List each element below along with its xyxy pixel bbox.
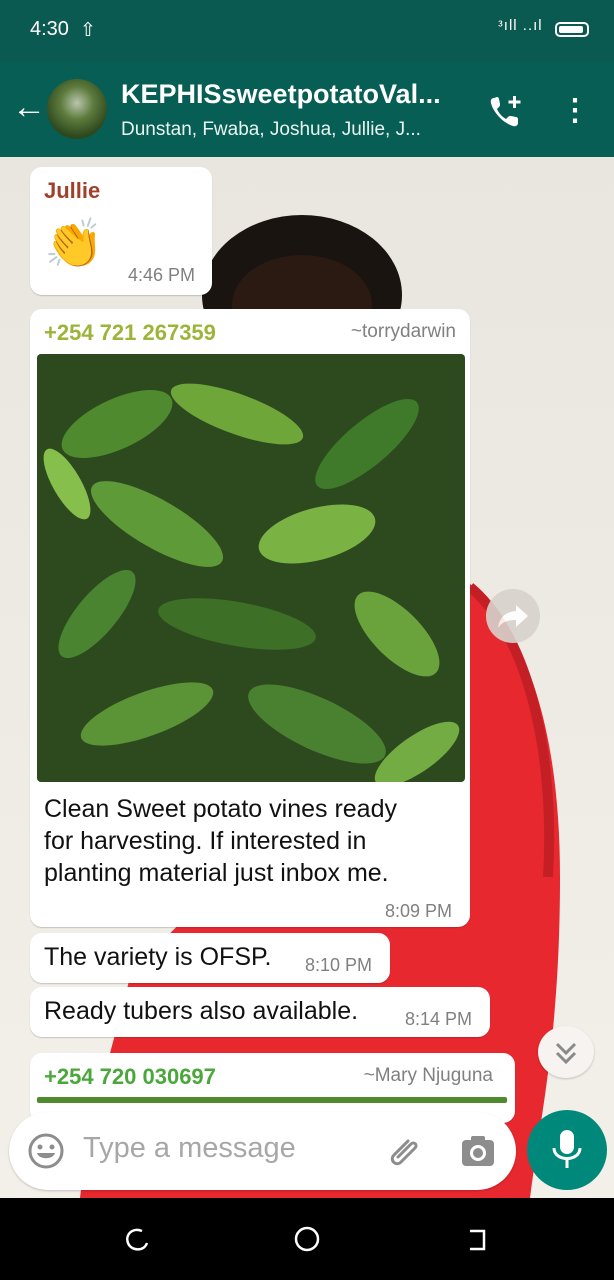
system-nav-bar — [0, 1198, 614, 1280]
more-vert-icon[interactable]: ⋮ — [560, 92, 590, 132]
message-composer[interactable]: Type a message — [9, 1112, 516, 1190]
attach-icon[interactable] — [384, 1131, 424, 1171]
image-caption-line-3: planting material just inbox me. — [44, 859, 389, 887]
message-sender: Jullie — [44, 178, 101, 203]
message-text: The variety is OFSP. — [44, 943, 272, 971]
clapping-hands-emoji: 👏 — [44, 218, 104, 271]
sweet-potato-vines-image[interactable] — [37, 354, 465, 782]
message-time: 8:09 PM — [385, 901, 453, 921]
scroll-down-icon[interactable] — [538, 1026, 594, 1078]
notification-icon: ⇧ — [80, 20, 96, 41]
image-message-bubble[interactable]: +254 721 267359 ~torrydarwin Clean Sweet… — [30, 309, 470, 927]
message-time: 8:14 PM — [405, 1009, 473, 1029]
image-preview-strip — [37, 1097, 507, 1103]
group-avatar[interactable] — [47, 79, 107, 139]
message-sender-alias: ~torrydarwin — [350, 321, 456, 342]
message-text: Ready tubers also available. — [44, 997, 359, 1025]
back-icon[interactable] — [462, 1225, 492, 1255]
recent-apps-icon[interactable] — [122, 1225, 152, 1255]
battery-icon — [555, 22, 589, 37]
message-time: 4:46 PM — [128, 265, 196, 285]
camera-icon[interactable] — [458, 1131, 498, 1171]
chat-area: Jullie 👏 4:46 PM +254 721 267359 ~torryd… — [0, 157, 614, 1198]
group-title[interactable]: KEPHISsweetpotatoVal... — [121, 79, 471, 110]
back-arrow-icon[interactable]: ← — [12, 90, 46, 124]
image-caption-line-2: for harvesting. If interested in — [44, 827, 367, 855]
add-call-icon[interactable] — [486, 92, 526, 132]
message-time: 8:10 PM — [305, 955, 373, 975]
message-bubble[interactable]: The variety is OFSP. 8:10 PM — [30, 933, 390, 983]
group-members[interactable]: Dunstan, Fwaba, Joshua, Jullie, J... — [121, 119, 461, 141]
status-time: 4:30 — [30, 18, 69, 40]
chat-header: ← KEPHISsweetpotatoVal... Dunstan, Fwaba… — [0, 62, 614, 157]
message-input[interactable]: Type a message — [83, 1132, 296, 1165]
image-caption-line-1: Clean Sweet potato vines ready — [44, 795, 397, 823]
message-bubble[interactable]: Jullie 👏 4:46 PM — [30, 167, 212, 295]
forward-icon[interactable] — [486, 589, 540, 643]
message-sender-alias: ~Mary Njuguna — [363, 1065, 493, 1086]
home-icon[interactable] — [292, 1224, 322, 1254]
emoji-icon[interactable] — [27, 1132, 65, 1170]
message-bubble[interactable]: Ready tubers also available. 8:14 PM — [30, 987, 490, 1037]
microphone-icon[interactable] — [527, 1110, 607, 1190]
status-bar: 4:30 ⇧ ᵌıll ..ıl — [0, 0, 614, 62]
message-sender-phone: +254 720 030697 — [44, 1064, 216, 1089]
message-sender-phone: +254 721 267359 — [44, 320, 216, 345]
signal-icon: ᵌıll ..ıl — [498, 17, 543, 34]
